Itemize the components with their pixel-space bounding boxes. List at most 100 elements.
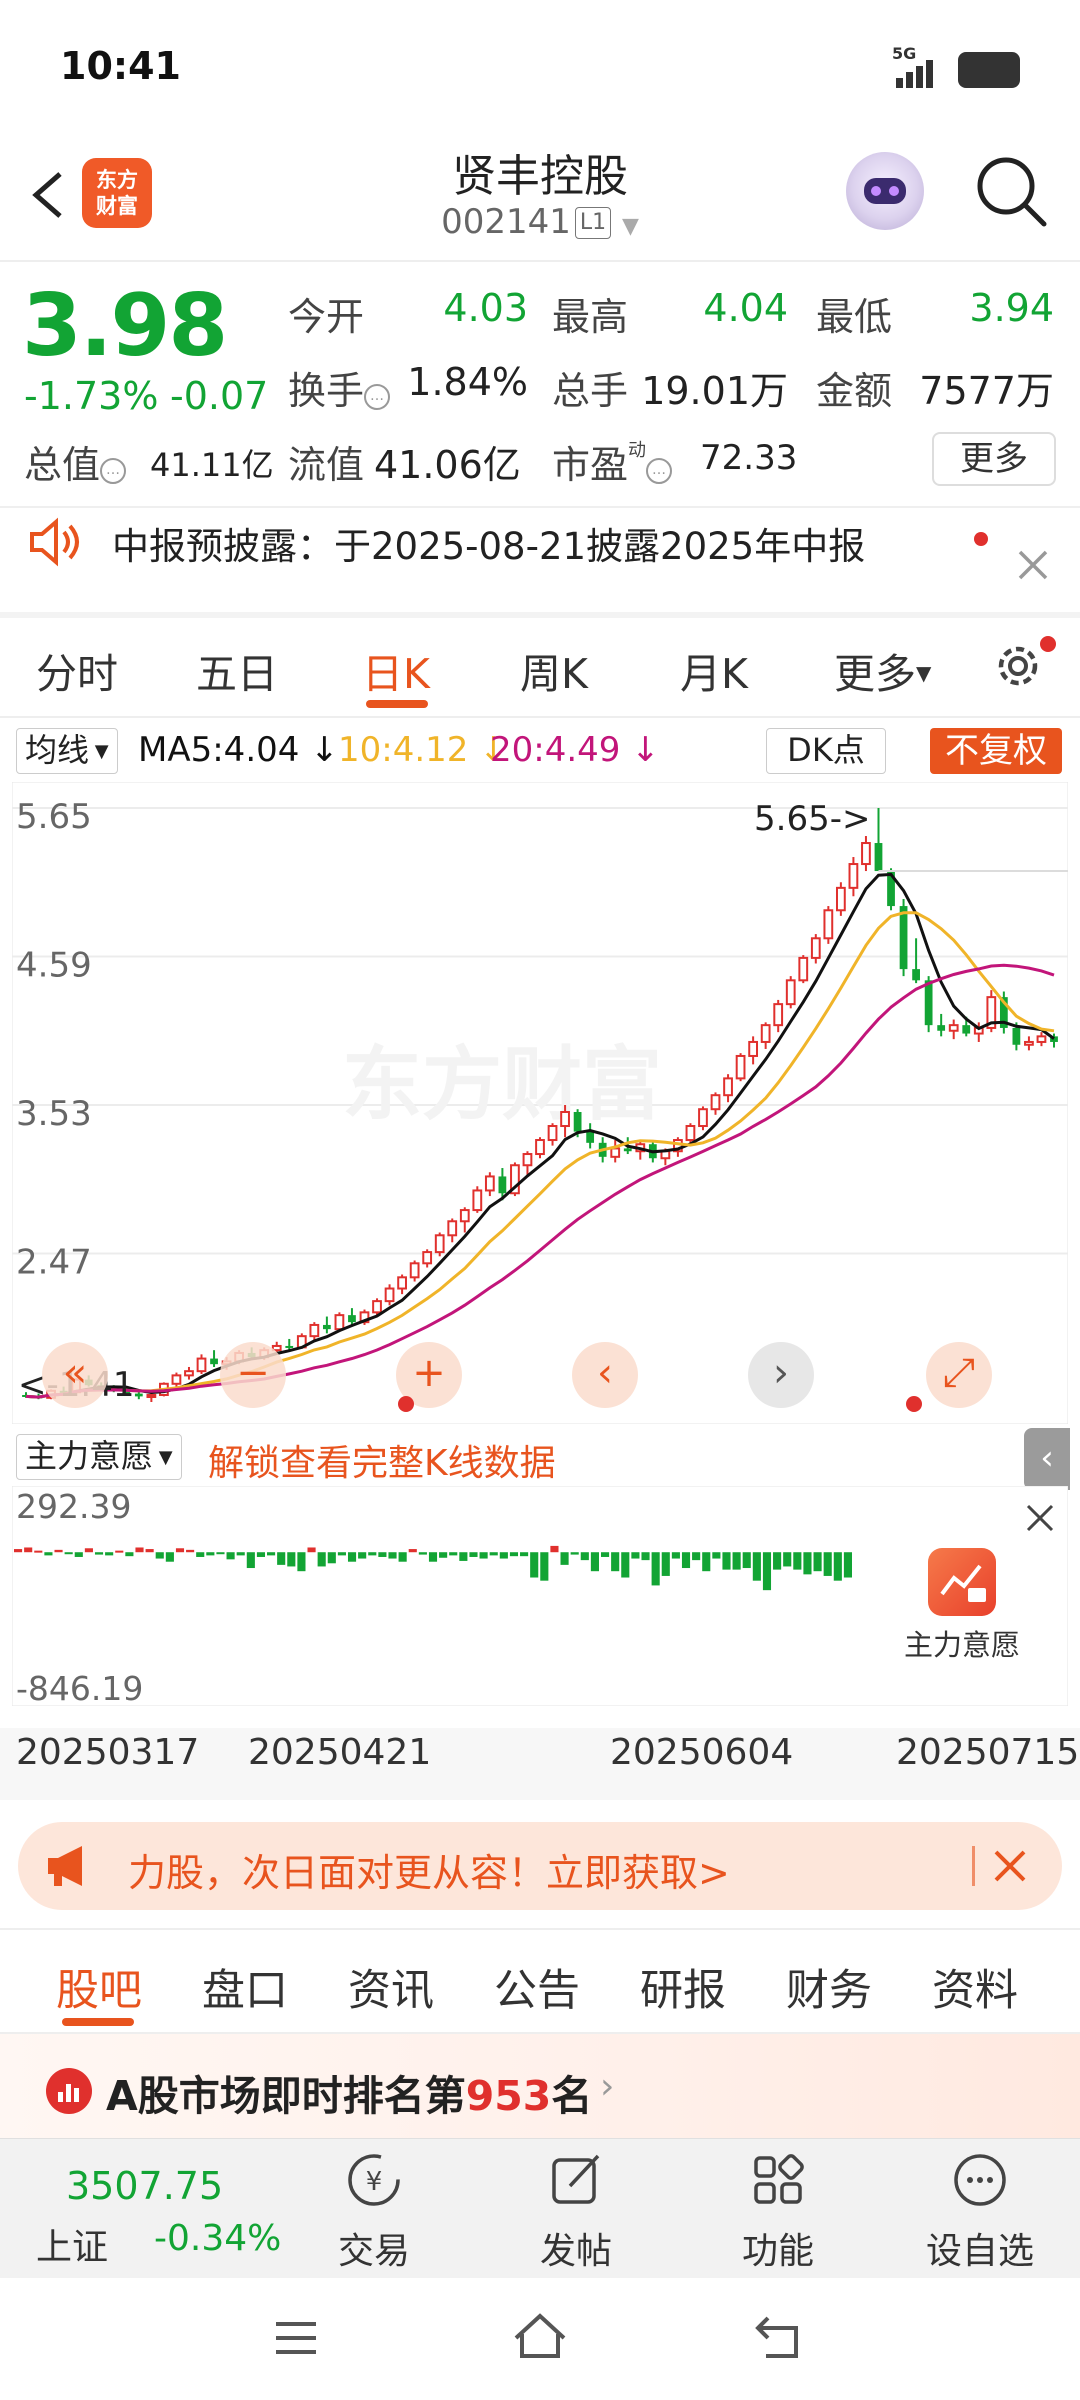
candle-body: [196, 1357, 207, 1373]
tab-monthly-k[interactable]: 月K: [680, 640, 748, 700]
tab-order-book[interactable]: 盘口: [202, 1956, 288, 2018]
trade-icon[interactable]: ¥: [342, 2148, 406, 2212]
max-price-marker: 5.65->: [754, 799, 870, 839]
close-icon[interactable]: [986, 1842, 1034, 1890]
zoom-out-button[interactable]: −: [220, 1342, 286, 1408]
back-nav-icon[interactable]: [752, 2310, 808, 2366]
indicator-bar: [823, 1552, 832, 1576]
candle-body: [171, 1374, 182, 1385]
fullscreen-button[interactable]: ⤢: [926, 1342, 992, 1408]
tab-more[interactable]: 更多▼: [834, 640, 931, 700]
notice-text[interactable]: 中报预披露：于2025-08-21披露2025年中报: [112, 516, 865, 570]
bar-chart-icon: [46, 2068, 92, 2114]
candle-body: [146, 1393, 157, 1398]
rank-number: 953: [465, 2072, 552, 2120]
indicator-bar: [155, 1552, 164, 1559]
menu-icon[interactable]: [270, 2312, 322, 2364]
ai-assistant-icon[interactable]: [846, 152, 924, 230]
amount-value: 7577万: [919, 369, 1054, 413]
indicator-bar: [692, 1552, 701, 1561]
divider: [0, 612, 1080, 618]
indicator-bar: [145, 1549, 154, 1553]
scroll-right-button[interactable]: ›: [748, 1342, 814, 1408]
signal-icon: 5G: [892, 44, 948, 90]
ma10-value: 10:4.12 ↓: [338, 730, 508, 770]
index-change[interactable]: -0.34%: [154, 2218, 281, 2259]
add-watchlist-button[interactable]: 设自选: [900, 2222, 1060, 2274]
indicator-bar: [621, 1552, 630, 1578]
watermark: 东方财富: [342, 1038, 662, 1131]
tab-research[interactable]: 研报: [640, 1956, 726, 2018]
close-icon[interactable]: [1022, 1500, 1058, 1536]
indicator-select[interactable]: 主力意愿 ▼: [16, 1434, 182, 1480]
unread-dot: [974, 532, 988, 546]
indicator-bar: [469, 1552, 478, 1557]
main-force-card-label: 主力意愿: [903, 1628, 1020, 1662]
close-icon[interactable]: [1012, 544, 1054, 586]
candle-body: [760, 1024, 771, 1043]
post-button[interactable]: 发帖: [496, 2222, 656, 2274]
gear-icon[interactable]: [988, 636, 1048, 696]
tab-forum[interactable]: 股吧: [56, 1956, 142, 2018]
indicator-bar: [135, 1547, 144, 1553]
scroll-left-button[interactable]: ‹: [572, 1342, 638, 1408]
search-icon[interactable]: [974, 154, 1048, 228]
indicator-bar: [358, 1552, 367, 1559]
home-icon[interactable]: [510, 2308, 570, 2368]
y-tick-label: 5.65: [16, 797, 92, 837]
more-dots-icon[interactable]: [948, 2148, 1012, 2212]
ma20-value: 20:4.49 ↓: [490, 730, 660, 770]
indicator-bar: [651, 1552, 660, 1586]
no-adjust-button[interactable]: 不复权: [930, 728, 1062, 774]
ma-select[interactable]: 均线 ▼: [16, 728, 118, 774]
candle-body: [735, 1054, 746, 1080]
indicator-bar: [307, 1547, 316, 1553]
collapse-panel-button[interactable]: ‹: [1024, 1428, 1070, 1490]
candle-body: [498, 1176, 507, 1194]
rank-text[interactable]: A股市场即时排名第953名: [106, 2062, 592, 2122]
candle-body: [948, 1024, 959, 1032]
tab-daily-k[interactable]: 日K: [362, 640, 430, 700]
candle-body: [748, 1040, 759, 1057]
dk-point-button[interactable]: DK点: [766, 728, 886, 774]
tab-weekly-k[interactable]: 周K: [520, 640, 588, 700]
functions-button[interactable]: 功能: [698, 2222, 858, 2274]
info-icon[interactable]: …: [364, 384, 391, 410]
stock-code: 002141: [441, 202, 571, 242]
candle-body: [1012, 1027, 1021, 1045]
indicator-bar: [641, 1552, 650, 1561]
active-tab-indicator: [366, 700, 428, 708]
turnover-value: 1.84%: [407, 360, 528, 404]
info-icon[interactable]: …: [646, 458, 673, 484]
tab-five-day[interactable]: 五日: [196, 640, 278, 700]
main-force-lock-icon[interactable]: [928, 1548, 996, 1616]
app-logo[interactable]: 东方 财富: [82, 158, 152, 228]
change-value: -0.07: [170, 374, 269, 418]
compose-icon[interactable]: [544, 2148, 608, 2212]
tab-announcements[interactable]: 公告: [494, 1956, 580, 2018]
more-quote-button[interactable]: 更多: [932, 432, 1056, 486]
stock-code-selector[interactable]: 002141 L1 ▼: [340, 202, 740, 242]
low-value: 3.94: [969, 286, 1054, 330]
index-name[interactable]: 上证: [36, 2218, 108, 2270]
speaker-icon: [26, 514, 82, 570]
unlock-kline-link[interactable]: 解锁查看完整K线数据: [208, 1434, 556, 1486]
trade-button[interactable]: 交易: [294, 2222, 454, 2274]
index-value[interactable]: 3507.75: [66, 2164, 223, 2208]
back-icon[interactable]: [22, 160, 82, 230]
indicator-bar: [64, 1552, 73, 1555]
promo-text[interactable]: 力股，次日面对更从容！立即获取>: [128, 1842, 730, 1897]
info-icon[interactable]: …: [100, 458, 127, 484]
grid-icon[interactable]: [746, 2148, 810, 2212]
tab-news[interactable]: 资讯: [348, 1956, 434, 2018]
kline-chart[interactable]: 5.654.593.532.47东方财富5.65-><-1.41: [12, 782, 1068, 1424]
scroll-to-start-button[interactable]: «: [42, 1342, 108, 1408]
tab-intraday[interactable]: 分时: [36, 640, 118, 700]
date-tick: 20250421: [248, 1732, 432, 1773]
tab-profile[interactable]: 资料: [932, 1956, 1018, 2018]
level-badge: L1: [574, 207, 612, 239]
divider: [0, 260, 1080, 262]
candle-body: [309, 1323, 320, 1338]
candle-body: [522, 1153, 533, 1167]
tab-financials[interactable]: 财务: [786, 1956, 872, 2018]
